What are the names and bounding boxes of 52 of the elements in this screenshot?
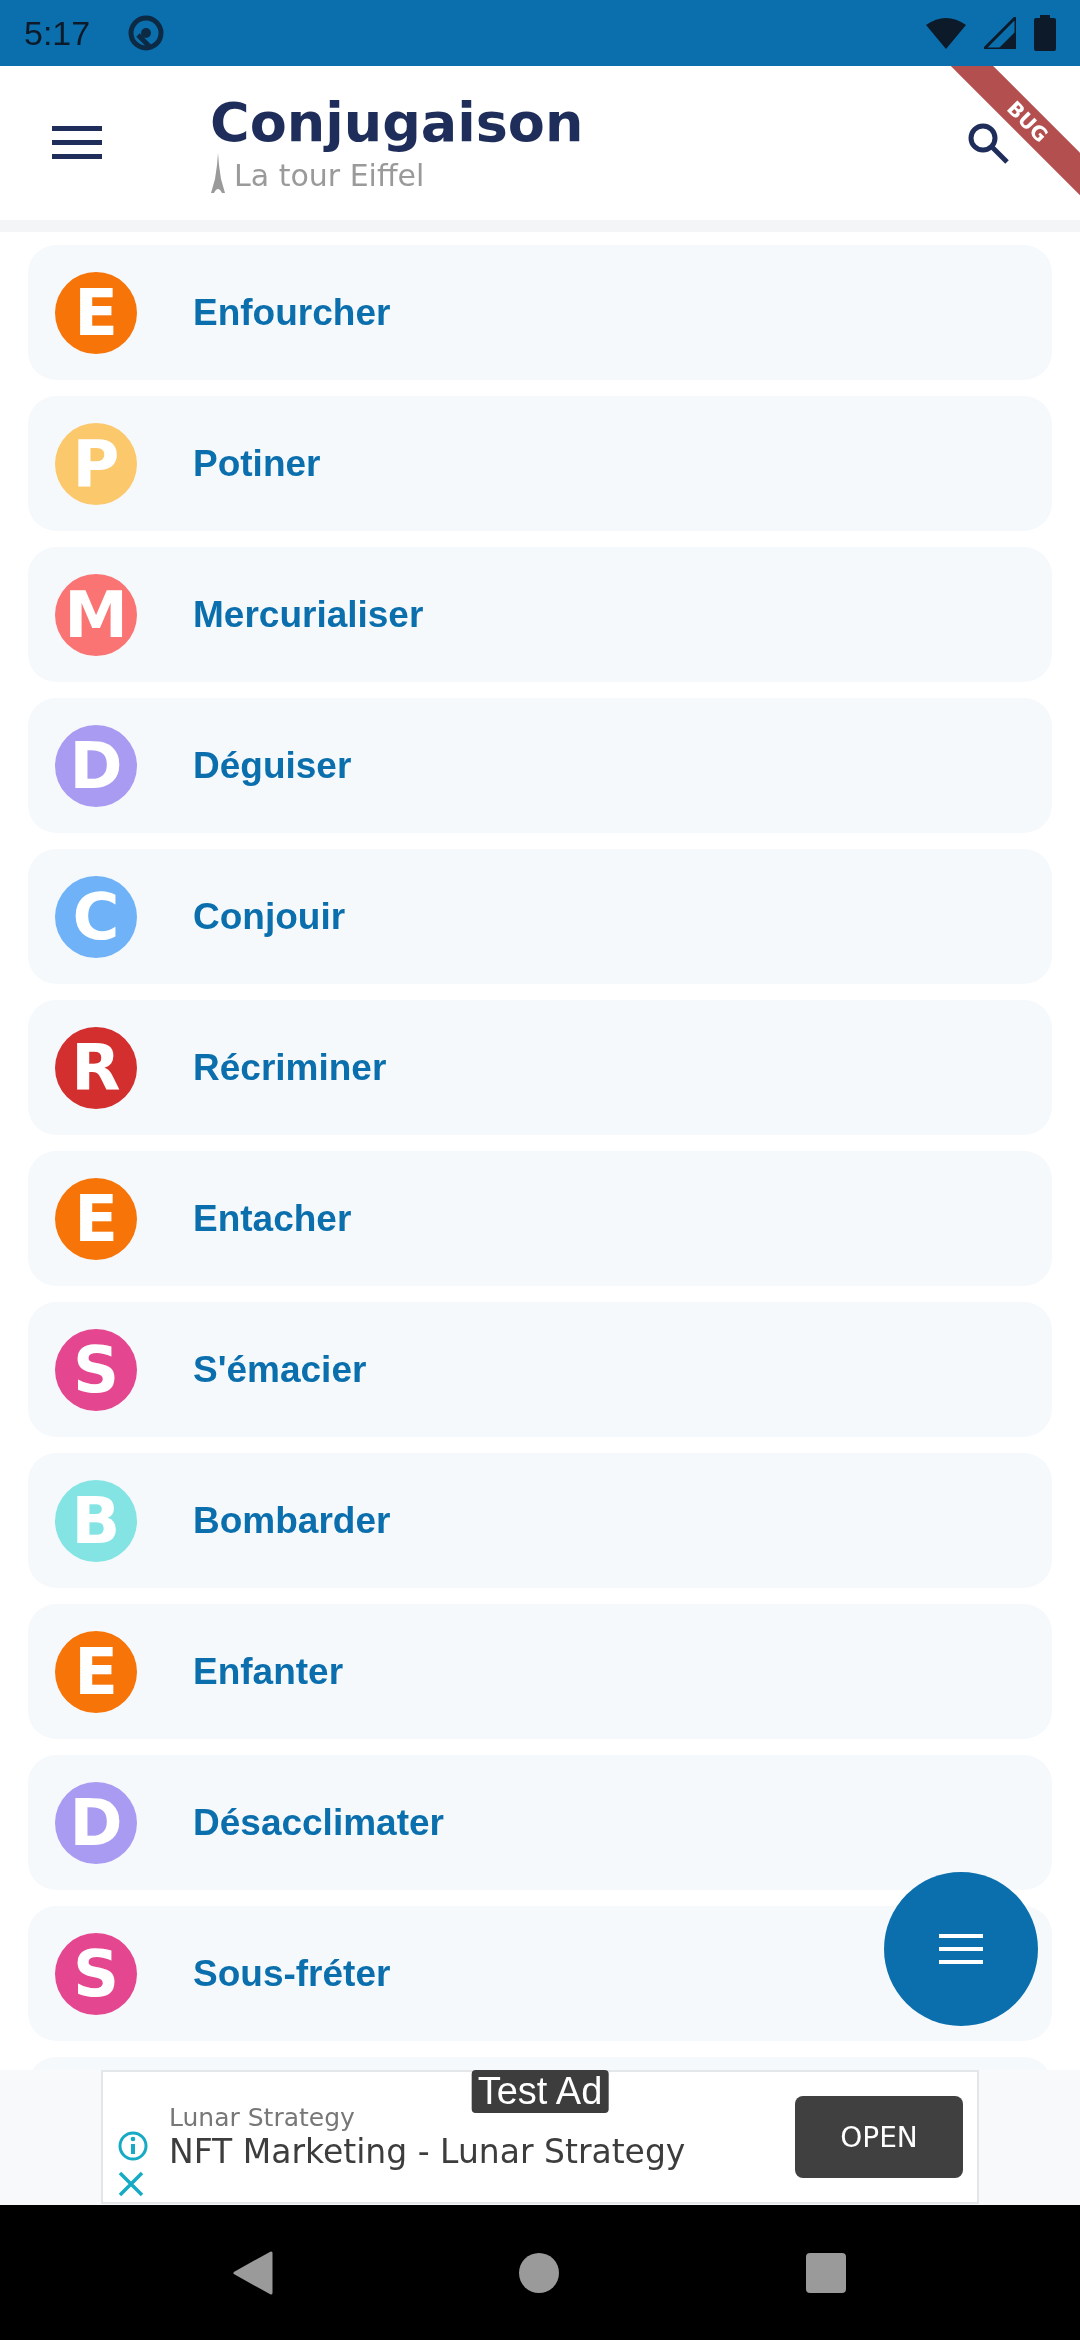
battery-icon [1034,15,1056,51]
verb-name: Mercurialiser [193,593,424,636]
letter-avatar: P [55,422,137,505]
ad-banner[interactable]: Test Ad Lunar Strategy NFT Marketing - Lunar Strategy OPEN [101,2070,979,2204]
ad-headline: NFT Marketing - Lunar Strategy [169,2132,687,2171]
verb-item[interactable]: S S'émacier [28,1302,1052,1437]
verb-name: Enfourcher [193,291,391,334]
signal-icon [984,17,1016,49]
verb-item[interactable]: C Conjouir [28,849,1052,984]
wifi-icon [926,17,966,49]
verb-name: Bombarder [193,1499,391,1542]
menu-icon [939,1934,983,1964]
verb-name: Conjouir [193,895,346,938]
verb-name: Entacher [193,1197,352,1240]
open-button[interactable]: OPEN [795,2096,963,2178]
verb-name: Enfanter [193,1650,344,1693]
verb-item[interactable]: E Enfourcher [28,245,1052,380]
letter-avatar: D [55,1781,137,1864]
verb-name: S'émacier [193,1348,367,1391]
app-title: Conjugaison [210,93,585,153]
letter-avatar: M [55,573,137,656]
verb-item[interactable]: M Mercurialiser [28,547,1052,682]
verb-item[interactable]: E Enfanter [28,1604,1052,1739]
ad-advertiser: Lunar Strategy [169,2103,356,2132]
recents-icon[interactable] [805,2251,848,2294]
verb-name: Potiner [193,442,321,485]
letter-avatar: R [55,1026,137,1109]
verb-item[interactable]: B Bombarder [28,1453,1052,1588]
letter-avatar: E [55,271,137,354]
letter-avatar: S [55,1328,137,1411]
verb-item[interactable]: E Entacher [28,1151,1052,1286]
home-icon[interactable] [518,2251,560,2294]
letter-avatar: E [55,1177,137,1260]
verb-item[interactable]: D Désacclimater [28,1755,1052,1890]
close-icon[interactable] [117,2170,145,2198]
status-time: 5:17 [24,13,91,53]
app-subtitle: La tour Eiffel [234,157,425,193]
verb-item[interactable]: P Potiner [28,396,1052,531]
letter-avatar: B [55,1479,137,1562]
ad-badge: Test Ad [471,2070,609,2113]
letter-avatar: C [55,875,137,958]
letter-avatar: S [55,1932,137,2015]
verb-name: Récriminer [193,1046,387,1089]
verb-name: Désacclimater [193,1801,444,1844]
verb-item[interactable]: R Récriminer [28,1000,1052,1135]
verb-name: Sous-fréter [193,1952,391,1995]
verb-item[interactable]: D Déguiser [28,698,1052,833]
verb-name: Déguiser [193,744,352,787]
back-icon[interactable] [232,2250,273,2295]
letter-avatar: D [55,724,137,807]
info-icon[interactable] [117,2130,149,2162]
letter-avatar: E [55,1630,137,1713]
